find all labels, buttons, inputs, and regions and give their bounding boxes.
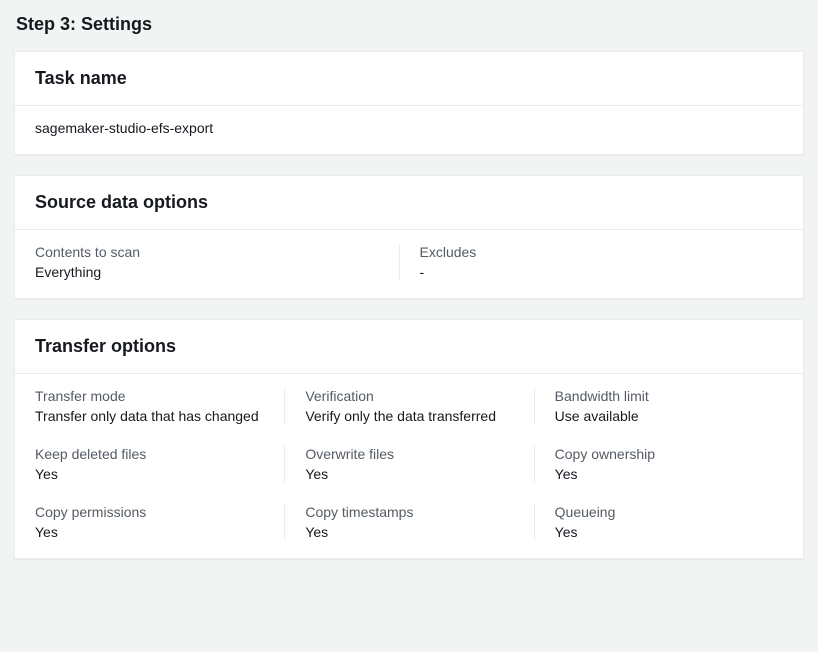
queueing-item: Queueing Yes (534, 504, 783, 540)
transfer-mode-label: Transfer mode (35, 388, 264, 404)
overwrite-files-label: Overwrite files (305, 446, 513, 462)
queueing-label: Queueing (555, 504, 763, 520)
copy-ownership-value: Yes (555, 466, 763, 482)
source-data-options-header: Source data options (15, 176, 803, 230)
keep-deleted-files-value: Yes (35, 466, 264, 482)
copy-permissions-value: Yes (35, 524, 264, 540)
contents-to-scan-item: Contents to scan Everything (35, 244, 399, 280)
task-name-value: sagemaker-studio-efs-export (35, 120, 783, 136)
transfer-mode-value: Transfer only data that has changed (35, 408, 264, 424)
copy-timestamps-item: Copy timestamps Yes (284, 504, 533, 540)
bandwidth-limit-value: Use available (555, 408, 763, 424)
task-name-header: Task name (15, 52, 803, 106)
excludes-label: Excludes (420, 244, 764, 260)
copy-permissions-item: Copy permissions Yes (35, 504, 284, 540)
source-data-options-panel: Source data options Contents to scan Eve… (14, 175, 804, 299)
transfer-mode-item: Transfer mode Transfer only data that ha… (35, 388, 284, 424)
contents-to-scan-value: Everything (35, 264, 379, 280)
keep-deleted-files-item: Keep deleted files Yes (35, 446, 284, 482)
copy-permissions-label: Copy permissions (35, 504, 264, 520)
excludes-item: Excludes - (399, 244, 784, 280)
bandwidth-limit-item: Bandwidth limit Use available (534, 388, 783, 424)
bandwidth-limit-label: Bandwidth limit (555, 388, 763, 404)
copy-timestamps-value: Yes (305, 524, 513, 540)
keep-deleted-files-label: Keep deleted files (35, 446, 264, 462)
copy-timestamps-label: Copy timestamps (305, 504, 513, 520)
transfer-options-panel: Transfer options Transfer mode Transfer … (14, 319, 804, 559)
verification-label: Verification (305, 388, 513, 404)
overwrite-files-item: Overwrite files Yes (284, 446, 533, 482)
verification-value: Verify only the data transferred (305, 408, 513, 424)
queueing-value: Yes (555, 524, 763, 540)
contents-to-scan-label: Contents to scan (35, 244, 379, 260)
verification-item: Verification Verify only the data transf… (284, 388, 533, 424)
page-title: Step 3: Settings (14, 14, 804, 35)
overwrite-files-value: Yes (305, 466, 513, 482)
transfer-options-header: Transfer options (15, 320, 803, 374)
excludes-value: - (420, 264, 764, 280)
copy-ownership-label: Copy ownership (555, 446, 763, 462)
copy-ownership-item: Copy ownership Yes (534, 446, 783, 482)
task-name-panel: Task name sagemaker-studio-efs-export (14, 51, 804, 155)
